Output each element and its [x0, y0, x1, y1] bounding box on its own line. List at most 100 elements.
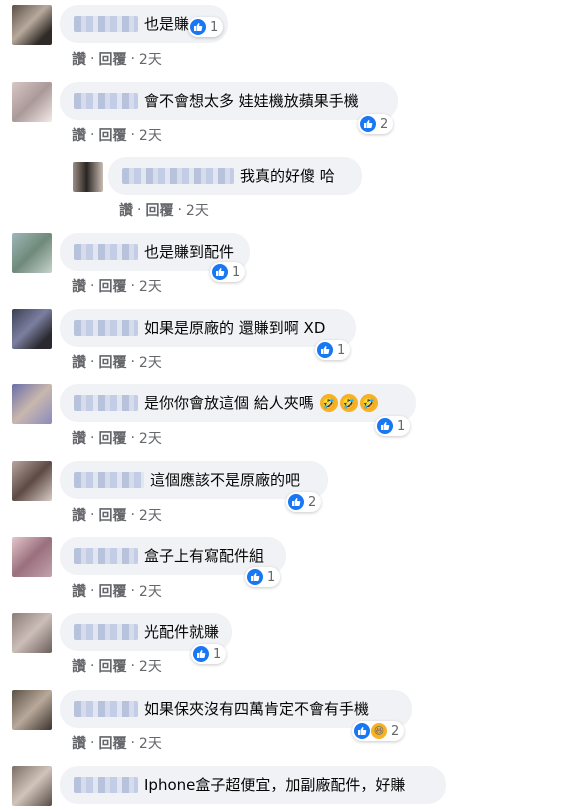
like-button[interactable]: 讚 [72, 581, 86, 601]
like-button[interactable]: 讚 [72, 656, 86, 676]
comment-text: 會不會想太多 娃娃機放蘋果手機 [144, 92, 359, 110]
avatar[interactable] [12, 461, 52, 501]
timestamp[interactable]: 2天 [139, 505, 162, 525]
commenter-name[interactable] [74, 244, 138, 260]
comment-text: 如果保夾沒有四萬肯定不會有手機 [144, 700, 370, 718]
comment-text: 也是賺 [144, 15, 190, 33]
reaction-summary[interactable]: 1 [191, 644, 227, 664]
reaction-count: 2 [308, 494, 317, 510]
comment-bubble: 是你你會放這個 給人夾嗎 🤣 🤣 🤣 [60, 384, 416, 422]
reaction-summary[interactable]: 1 [375, 416, 411, 436]
like-button[interactable]: 讚 [72, 733, 86, 753]
comment-actions: 讚 · 回覆 · 2天 [72, 352, 162, 372]
timestamp[interactable]: 2天 [139, 733, 162, 753]
comment-text: 光配件就賺 [144, 623, 220, 641]
reaction-summary[interactable]: 2 [286, 492, 322, 512]
avatar[interactable] [12, 537, 52, 577]
comment-actions: 讚 · 回覆 · 2天 [72, 656, 162, 676]
reply-button[interactable]: 回覆 [145, 200, 173, 220]
commenter-name[interactable] [74, 701, 138, 717]
avatar[interactable] [12, 309, 52, 349]
avatar[interactable] [12, 613, 52, 653]
reaction-count: 2 [380, 116, 389, 132]
commenter-name[interactable] [74, 16, 138, 32]
comment-bubble: 會不會想太多 娃娃機放蘋果手機 [60, 82, 398, 120]
reply-button[interactable]: 回覆 [98, 733, 126, 753]
like-button[interactable]: 讚 [72, 505, 86, 525]
like-reaction-icon [288, 494, 304, 510]
like-button[interactable]: 讚 [119, 200, 133, 220]
comment-actions: 讚 · 回覆 · 2天 [72, 581, 162, 601]
reply-button[interactable]: 回覆 [98, 505, 126, 525]
comment-bubble: 我真的好傻 哈 [108, 157, 362, 195]
reply-button[interactable]: 回覆 [98, 428, 126, 448]
like-reaction-icon [212, 264, 228, 280]
comment-text: 也是賺到配件 [144, 243, 235, 261]
reply-button[interactable]: 回覆 [98, 125, 126, 145]
timestamp[interactable]: 2天 [139, 276, 162, 296]
commenter-name[interactable] [74, 472, 144, 488]
reply-button[interactable]: 回覆 [98, 276, 126, 296]
comment-actions: 讚 · 回覆 · 2天 [119, 200, 209, 220]
commenter-name[interactable] [74, 93, 138, 109]
like-button[interactable]: 讚 [72, 125, 86, 145]
timestamp[interactable]: 2天 [139, 125, 162, 145]
comment-bubble: 如果是原廠的 還賺到啊 XD [60, 309, 356, 347]
timestamp[interactable]: 2天 [139, 49, 162, 69]
like-reaction-icon [360, 116, 376, 132]
like-reaction-icon [317, 342, 333, 358]
reaction-summary[interactable]: 1 [245, 567, 281, 587]
avatar[interactable] [12, 384, 52, 424]
avatar[interactable] [12, 5, 52, 45]
comment-actions: 讚 · 回覆 · 2天 [72, 428, 162, 448]
comment-actions: 讚 · 回覆 · 2天 [72, 49, 162, 69]
reply-button[interactable]: 回覆 [98, 656, 126, 676]
like-reaction-icon [377, 418, 393, 434]
reaction-summary[interactable]: 😆 2 [352, 721, 405, 741]
timestamp[interactable]: 2天 [139, 352, 162, 372]
timestamp[interactable]: 2天 [139, 428, 162, 448]
reply-button[interactable]: 回覆 [98, 581, 126, 601]
commenter-name[interactable] [122, 168, 234, 184]
timestamp[interactable]: 2天 [186, 200, 209, 220]
commenter-name[interactable] [74, 548, 138, 564]
haha-reaction-icon: 😆 [371, 723, 387, 739]
like-reaction-icon [193, 646, 209, 662]
reaction-count: 1 [397, 418, 406, 434]
reaction-count: 1 [210, 19, 219, 35]
avatar[interactable] [12, 690, 52, 730]
like-button[interactable]: 讚 [72, 276, 86, 296]
commenter-name[interactable] [74, 395, 138, 411]
avatar[interactable] [73, 162, 103, 192]
reaction-summary[interactable]: 1 [210, 262, 246, 282]
comment-actions: 讚 · 回覆 · 2天 [72, 733, 162, 753]
like-button[interactable]: 讚 [72, 352, 86, 372]
comment-bubble: 這個應該不是原廠的吧 [60, 461, 328, 499]
avatar[interactable] [12, 233, 52, 273]
reaction-count: 1 [337, 342, 346, 358]
comment-bubble: Iphone盒子超便宜，加副廠配件，好賺 [60, 766, 446, 804]
rofl-emoji-icon: 🤣 [359, 394, 378, 412]
rofl-emoji-icon: 🤣 [339, 394, 358, 412]
comment-text: 是你你會放這個 給人夾嗎 [144, 394, 314, 412]
like-button[interactable]: 讚 [72, 49, 86, 69]
avatar[interactable] [12, 766, 52, 806]
avatar[interactable] [12, 82, 52, 122]
comment-text: 我真的好傻 哈 [240, 167, 335, 185]
commenter-name[interactable] [74, 777, 138, 793]
comment-text: Iphone盒子超便宜，加副廠配件，好賺 [144, 776, 406, 794]
reply-button[interactable]: 回覆 [98, 352, 126, 372]
timestamp[interactable]: 2天 [139, 581, 162, 601]
like-button[interactable]: 讚 [72, 428, 86, 448]
reaction-count: 1 [213, 646, 222, 662]
commenter-name[interactable] [74, 624, 138, 640]
reply-button[interactable]: 回覆 [98, 49, 126, 69]
comment-text: 盒子上有寫配件組 [144, 547, 265, 565]
reaction-count: 1 [232, 264, 241, 280]
timestamp[interactable]: 2天 [139, 656, 162, 676]
commenter-name[interactable] [74, 320, 138, 336]
reaction-summary[interactable]: 2 [358, 114, 394, 134]
reaction-summary[interactable]: 1 [188, 17, 224, 37]
reaction-count: 2 [391, 723, 400, 739]
reaction-summary[interactable]: 1 [315, 340, 351, 360]
